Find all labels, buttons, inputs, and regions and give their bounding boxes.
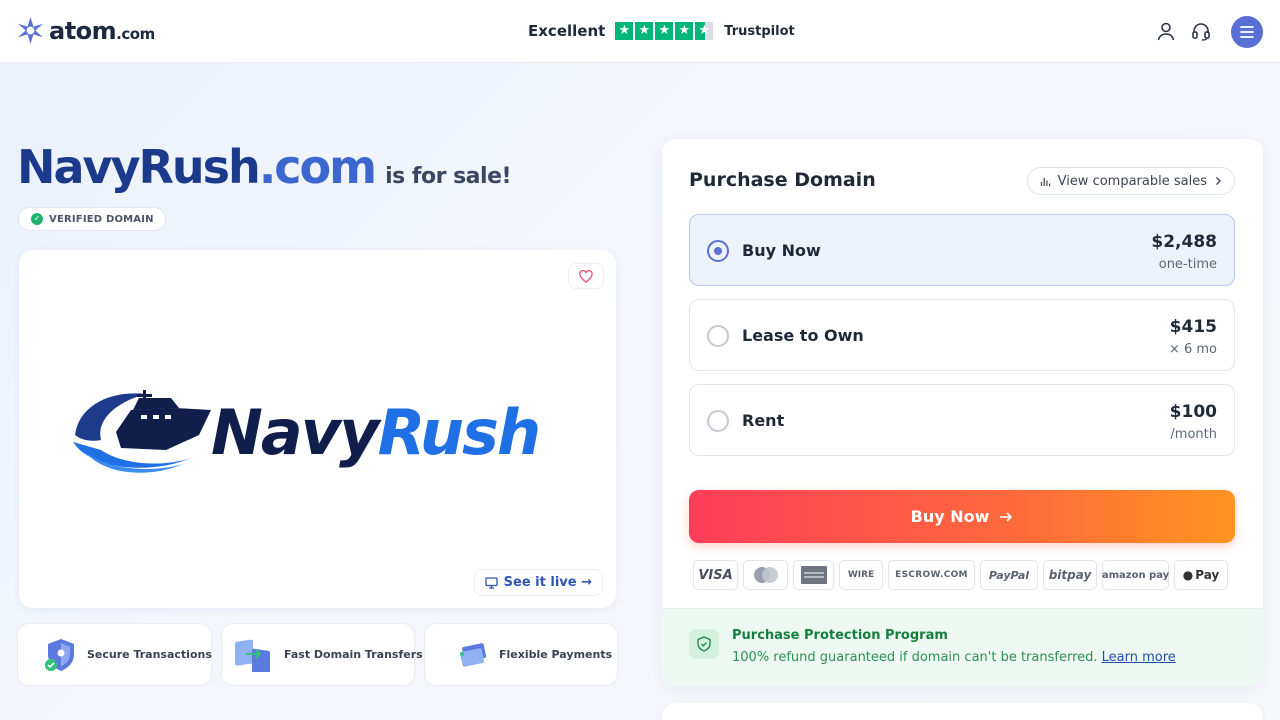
wire-transfer-logo: WIRE [839,560,883,590]
escrow-logo: ESCROW.COM [888,560,975,590]
protection-program: Purchase Protection Program 100% refund … [662,608,1263,686]
option-subtext: × 6 mo [1168,342,1217,357]
for-sale-text: is for sale! [385,164,512,189]
domain-title: NavyRush.com is for sale! [17,140,512,194]
bitpay-logo: bitpay [1043,560,1097,590]
payment-methods: VISA WIRE ESCROW.COM PayPal bitpay amazo… [693,560,1228,590]
mastercard-logo [743,560,788,590]
amex-card-icon [800,566,827,584]
star-icon: ★ [675,22,694,40]
check-icon: ✓ [31,213,43,225]
verified-badge: ✓ VERIFIED DOMAIN [18,207,166,231]
paypal-logo: PayPal [980,560,1038,590]
apple-pay-logo: ● Pay [1174,560,1228,590]
protection-text: 100% refund guaranteed if domain can't b… [732,650,1176,665]
half-star-icon: ★ [695,22,714,40]
chevron-right-icon [1216,177,1221,185]
option-buy-now[interactable]: Buy Now $2,488 one-time [689,214,1235,286]
payment-card-icon [460,642,487,667]
purchase-title: Purchase Domain [689,169,876,191]
radio-button[interactable] [707,410,729,432]
see-it-live-button[interactable]: See it live → [473,569,603,596]
shield-icon [45,638,74,671]
bar-chart-icon [1040,177,1050,186]
amex-logo [793,560,834,590]
radio-button[interactable] [707,240,729,262]
trust-label: Excellent [528,22,606,40]
logo-preview-card: NavyRush See it live → [19,250,616,608]
site-logo[interactable]: atom.com [16,16,155,45]
feature-label: Flexible Payments [499,648,613,661]
option-label: Buy Now [742,241,821,260]
option-subtext: one-time [1158,257,1217,272]
comparable-label: View comparable sales [1057,173,1207,189]
brand-wordmark: NavyRush [211,396,539,469]
protection-title: Purchase Protection Program [732,628,948,643]
arrow-right-icon [1000,511,1013,522]
option-price: $415 [1169,317,1217,337]
star-icon: ★ [615,22,634,40]
domain-name: NavyRush.com [17,140,377,194]
visa-logo: VISA [693,560,738,590]
favorite-button[interactable] [568,263,604,289]
view-comparable-sales-button[interactable]: View comparable sales [1026,167,1235,195]
star-icon: ★ [655,22,674,40]
option-lease-to-own[interactable]: Lease to Own $415 × 6 mo [689,299,1235,371]
logo-text: atom.com [49,16,155,45]
feature-label: Secure Transactions [87,648,212,661]
feature-label: Fast Domain Transfers [284,648,423,661]
site-header: atom.com Excellent ★ ★ ★ ★ ★ Trustpilot [0,0,1280,63]
buy-now-button[interactable]: Buy Now [689,490,1235,543]
shield-check-icon [697,636,711,652]
learn-more-link[interactable]: Learn more [1102,650,1176,665]
protection-shield-icon [689,629,719,659]
mastercard-circles-icon [753,567,778,583]
feature-transfers: Fast Domain Transfers [221,623,423,686]
feature-secure: Secure Transactions [17,623,212,686]
headset-icon[interactable] [1191,21,1211,41]
buy-now-label: Buy Now [910,507,990,526]
option-price: $100 [1169,402,1217,422]
radio-button[interactable] [707,325,729,347]
menu-icon [1240,26,1254,38]
option-label: Rent [742,411,785,430]
monitor-icon [485,576,498,589]
option-label: Lease to Own [742,326,864,345]
user-icon[interactable] [1156,21,1176,41]
option-rent[interactable]: Rent $100 /month [689,384,1235,456]
transfer-icon [235,639,270,672]
verified-label: VERIFIED DOMAIN [49,213,154,225]
option-subtext: /month [1170,427,1217,442]
amazon-pay-logo: amazon pay [1102,560,1169,590]
rating-stars: ★ ★ ★ ★ ★ [615,22,714,40]
navyrush-brand-logo: NavyRush [73,390,541,473]
feature-payments: Flexible Payments [424,623,618,686]
next-section-card [662,703,1263,720]
trustpilot-name: Trustpilot [724,23,795,39]
see-it-live-label: See it live → [503,575,592,590]
star-icon: ★ [635,22,654,40]
apple-icon: ● [1182,568,1194,582]
option-price: $2,488 [1151,232,1217,252]
menu-button[interactable] [1231,16,1263,48]
purchase-card: Purchase Domain View comparable sales Bu… [662,139,1263,686]
heart-icon [579,269,593,283]
trustpilot-rating[interactable]: Excellent ★ ★ ★ ★ ★ Trustpilot [528,21,795,41]
atom-logo-icon [17,16,44,45]
